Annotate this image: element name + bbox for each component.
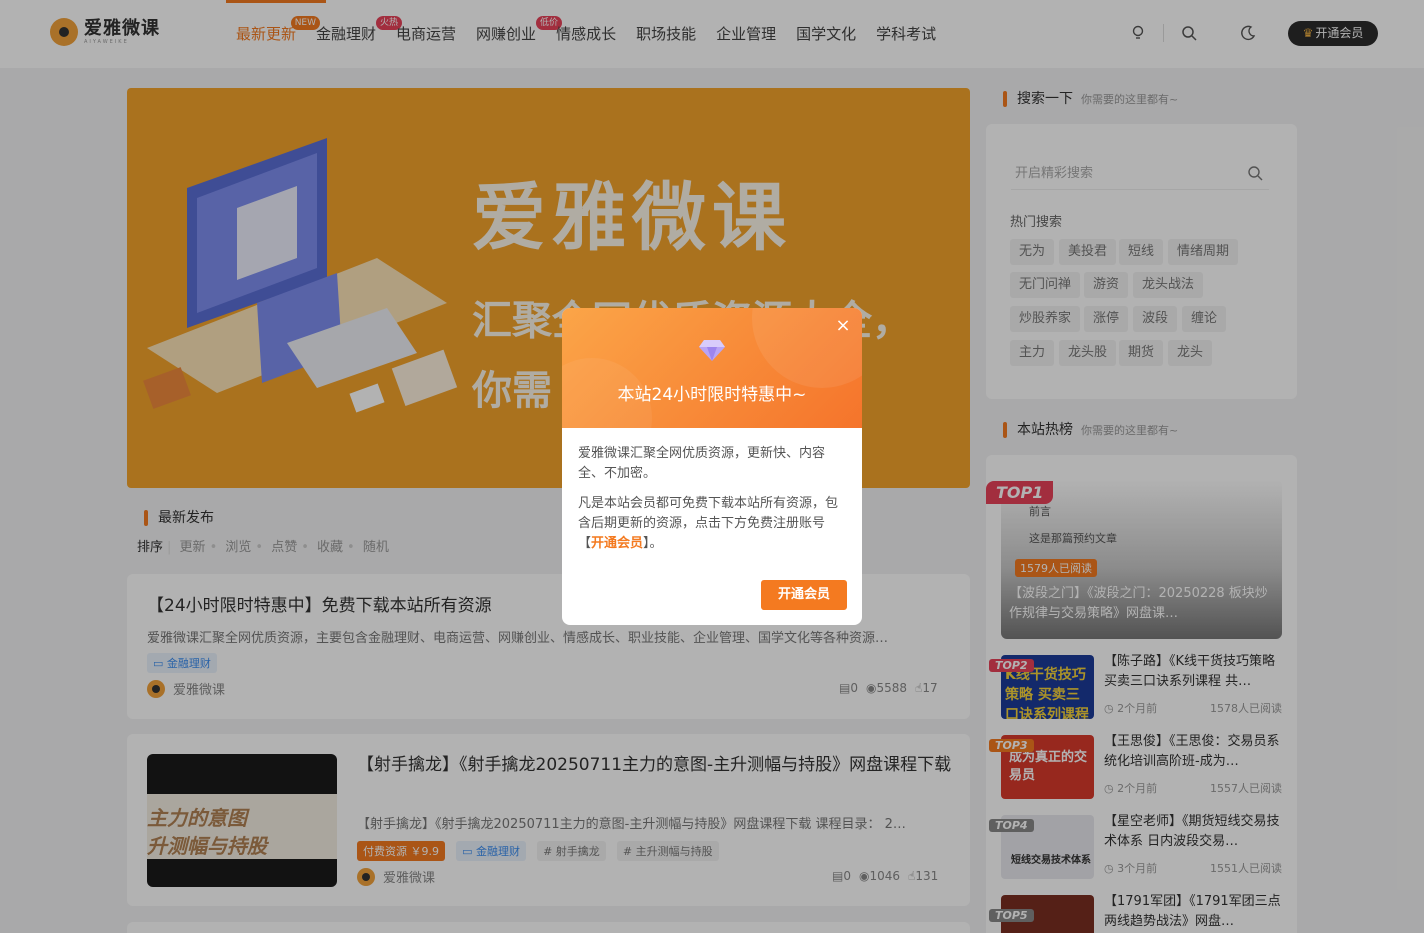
promo-modal: 本站24小时限时特惠中~ × 爱雅微课汇聚全网优质资源，更新快、内容全、不加密。… bbox=[562, 308, 862, 625]
modal-title: 本站24小时限时特惠中~ bbox=[617, 385, 807, 405]
modal-vip-link[interactable]: 开通会员 bbox=[591, 536, 643, 551]
modal-paragraph-1: 爱雅微课汇聚全网优质资源，更新快、内容全、不加密。 bbox=[578, 446, 826, 481]
header-decoration bbox=[562, 308, 862, 428]
modal-header: 本站24小时限时特惠中~ × bbox=[562, 308, 862, 428]
close-icon[interactable]: × bbox=[834, 317, 852, 335]
modal-vip-button[interactable]: 开通会员 bbox=[761, 580, 847, 610]
modal-paragraph-2: 凡是本站会员都可免费下载本站所有资源，包含后期更新的资源，点击下方免费注册账号【… bbox=[578, 496, 839, 551]
diamond-icon bbox=[699, 340, 725, 361]
